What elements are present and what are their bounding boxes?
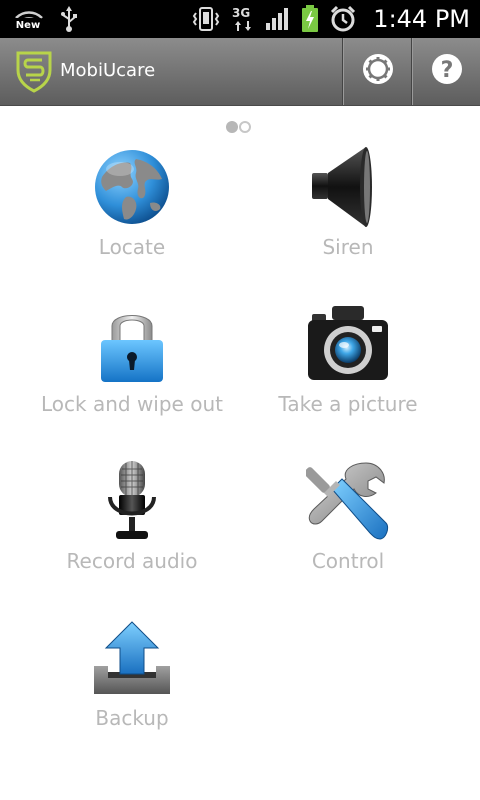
- feature-label: Lock and wipe out: [41, 392, 223, 416]
- feature-label: Backup: [95, 706, 169, 730]
- page-dot-2: [239, 121, 251, 133]
- globe-icon: [90, 145, 174, 229]
- status-bar: New 3G 1:44 PM: [0, 0, 480, 38]
- settings-button[interactable]: [344, 38, 411, 105]
- app-logo-icon: [14, 48, 54, 94]
- padlock-icon: [90, 302, 174, 386]
- upload-icon: [90, 616, 174, 700]
- help-icon: ?: [430, 52, 464, 91]
- wifi-new-badge: New: [16, 20, 40, 31]
- app-action-bar: MobiUcare ?: [0, 38, 480, 106]
- feature-locate[interactable]: Locate: [24, 145, 240, 295]
- feature-control[interactable]: Control: [240, 459, 456, 609]
- feature-label: Control: [311, 549, 385, 573]
- feature-label: Record audio: [66, 549, 198, 573]
- feature-record-audio[interactable]: Record audio: [24, 459, 240, 609]
- settings-icon: [361, 52, 395, 91]
- feature-siren[interactable]: Siren: [240, 145, 456, 295]
- feature-label: Locate: [98, 235, 166, 259]
- page-dot-1: [226, 121, 238, 133]
- network-type-label: 3G: [232, 6, 250, 20]
- usb-icon: [60, 5, 78, 33]
- microphone-icon: [90, 459, 174, 543]
- feature-label: Take a picture: [278, 392, 418, 416]
- speaker-icon: [306, 145, 390, 229]
- app-title: MobiUcare: [60, 60, 156, 81]
- battery-charging-icon: [301, 5, 319, 33]
- camera-icon: [306, 302, 390, 386]
- action-divider: [342, 38, 343, 105]
- page-indicator: [226, 121, 251, 133]
- action-divider: [411, 38, 412, 105]
- svg-text:?: ?: [440, 58, 453, 83]
- status-time: 1:44 PM: [373, 5, 470, 33]
- network-3g-icon: 3G: [231, 5, 255, 33]
- alarm-icon: [329, 5, 357, 33]
- feature-backup[interactable]: Backup: [24, 616, 240, 766]
- feature-label: Siren: [322, 235, 374, 259]
- feature-lock-and-wipe-out[interactable]: Lock and wipe out: [24, 302, 240, 452]
- help-button[interactable]: ?: [413, 38, 480, 105]
- vibrate-icon: [191, 5, 221, 33]
- wifi-new-icon: New: [12, 4, 46, 34]
- feature-take-a-picture[interactable]: Take a picture: [240, 302, 456, 452]
- signal-icon: [265, 7, 291, 31]
- tools-icon: [306, 459, 390, 543]
